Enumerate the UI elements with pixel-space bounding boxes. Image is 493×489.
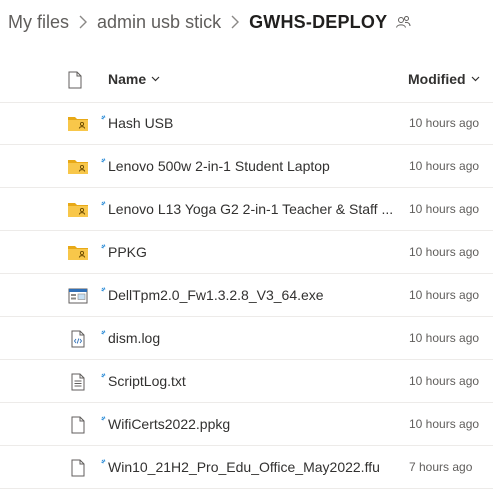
file-row[interactable]: Hash USB 10 hours ago (0, 102, 493, 145)
generic-file-icon (66, 457, 90, 479)
file-name[interactable]: Lenovo 500w 2-in-1 Student Laptop (108, 158, 330, 174)
generic-file-icon (66, 414, 90, 436)
chevron-right-icon (69, 15, 97, 29)
file-modified: 10 hours ago (409, 202, 480, 216)
file-modified: 10 hours ago (409, 159, 480, 173)
file-type-column-icon[interactable] (68, 71, 82, 94)
modified-column-header[interactable]: Modified (408, 71, 480, 87)
file-row[interactable]: WifiCerts2022.ppkg 10 hours ago (0, 403, 493, 446)
code-file-icon (66, 328, 90, 350)
file-modified: 10 hours ago (409, 374, 480, 388)
chevron-down-icon (471, 76, 480, 82)
file-name[interactable]: WifiCerts2022.ppkg (108, 416, 230, 432)
file-name[interactable]: Lenovo L13 Yoga G2 2-in-1 Teacher & Staf… (108, 201, 393, 217)
breadcrumb-current-folder[interactable]: GWHS-DEPLOY (249, 12, 387, 33)
name-column-header[interactable]: Name (108, 71, 160, 87)
text-file-icon (66, 371, 90, 393)
shared-folder-icon (66, 113, 90, 135)
file-name[interactable]: ScriptLog.txt (108, 373, 186, 389)
file-row[interactable]: Win10_21H2_Pro_Edu_Office_May2022.ffu 7 h… (0, 446, 493, 489)
modified-column-label: Modified (408, 71, 466, 87)
file-modified: 10 hours ago (409, 288, 480, 302)
file-modified: 10 hours ago (409, 245, 480, 259)
file-name[interactable]: DellTpm2.0_Fw1.3.2.8_V3_64.exe (108, 287, 324, 303)
file-modified: 10 hours ago (409, 331, 480, 345)
shared-folder-icon (66, 242, 90, 264)
name-column-label: Name (108, 71, 147, 87)
file-row[interactable]: ScriptLog.txt 10 hours ago (0, 360, 493, 403)
breadcrumb-admin-usb-stick[interactable]: admin usb stick (97, 12, 221, 33)
shared-people-icon[interactable] (395, 14, 411, 30)
file-row[interactable]: dism.log 10 hours ago (0, 317, 493, 360)
file-modified: 10 hours ago (409, 116, 480, 130)
file-name[interactable]: Hash USB (108, 115, 173, 131)
file-modified: 10 hours ago (409, 417, 480, 431)
file-modified: 7 hours ago (409, 460, 473, 474)
file-row[interactable]: Lenovo L13 Yoga G2 2-in-1 Teacher & Staf… (0, 188, 493, 231)
file-name[interactable]: dism.log (108, 330, 160, 346)
chevron-down-icon (151, 76, 160, 82)
file-name[interactable]: PPKG (108, 244, 147, 260)
shared-folder-icon (66, 199, 90, 221)
file-row[interactable]: DellTpm2.0_Fw1.3.2.8_V3_64.exe 10 hours a… (0, 274, 493, 317)
shared-folder-icon (66, 156, 90, 178)
file-row[interactable]: Lenovo 500w 2-in-1 Student Laptop 10 hour… (0, 145, 493, 188)
breadcrumb: My files admin usb stick GWHS-DEPLOY (8, 9, 411, 35)
exe-file-icon (66, 285, 90, 307)
file-name[interactable]: Win10_21H2_Pro_Edu_Office_May2022.ffu (108, 459, 380, 475)
chevron-right-icon (221, 15, 249, 29)
breadcrumb-my-files[interactable]: My files (8, 12, 69, 33)
column-header: Name Modified (0, 58, 493, 103)
file-list: Hash USB 10 hours ago Lenovo 500w 2-in-1 S… (0, 102, 493, 489)
file-row[interactable]: PPKG 10 hours ago (0, 231, 493, 274)
